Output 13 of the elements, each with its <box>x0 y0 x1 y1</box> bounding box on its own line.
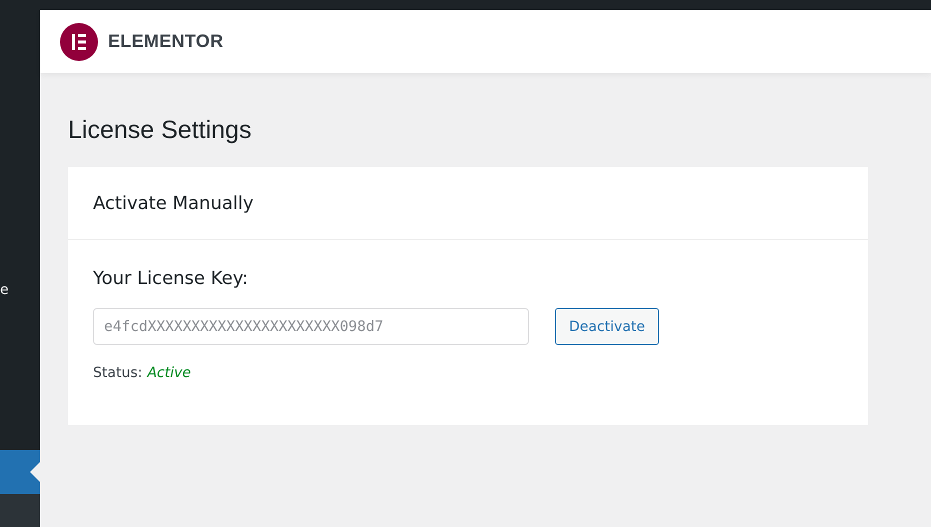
status-label: Status: <box>93 365 142 381</box>
license-key-field[interactable]: e4fcdXXXXXXXXXXXXXXXXXXXXXX098d7 <box>93 308 529 345</box>
current-menu-item[interactable] <box>0 450 40 494</box>
menu-item[interactable]: e <box>0 280 40 300</box>
submenu-background <box>0 494 40 527</box>
field-label: Your License Key: <box>93 267 250 291</box>
pointer-icon <box>30 462 40 482</box>
card-title: Activate Manually <box>93 192 254 214</box>
brand-name: ELEMENTOR <box>108 31 224 52</box>
page-title: License Settings <box>68 115 252 146</box>
status-value: Active <box>147 365 191 381</box>
deactivate-button[interactable]: Deactivate <box>555 308 660 345</box>
logo-icon <box>60 22 98 60</box>
